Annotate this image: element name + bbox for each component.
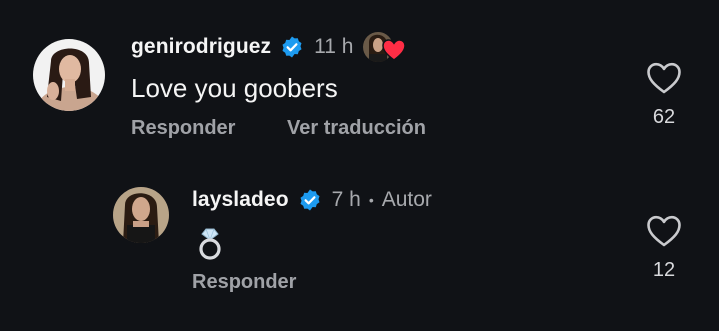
username[interactable]: laysladeo bbox=[192, 188, 289, 212]
verified-badge-icon bbox=[280, 35, 304, 59]
heart-outline-icon[interactable] bbox=[646, 62, 682, 94]
verified-badge-icon bbox=[298, 188, 322, 212]
avatar[interactable] bbox=[33, 39, 105, 111]
like-count: 12 bbox=[652, 259, 676, 281]
username[interactable]: genirodriguez bbox=[131, 35, 271, 59]
author-badge: Autor bbox=[381, 188, 432, 211]
avatar-photo bbox=[33, 39, 105, 111]
liked-by-author bbox=[362, 31, 408, 63]
comment-header: laysladeo 7 h • Autor bbox=[192, 183, 432, 217]
red-heart-icon bbox=[382, 39, 407, 61]
comment-header: genirodriguez 11 h bbox=[131, 30, 408, 64]
comment-text: Love you goobers bbox=[131, 73, 338, 103]
timestamp: 7 h bbox=[331, 188, 361, 211]
like-count: 62 bbox=[652, 106, 676, 128]
avatar-photo bbox=[113, 187, 169, 243]
heart-outline-icon[interactable] bbox=[646, 215, 682, 247]
reply-button[interactable]: Responder bbox=[192, 271, 296, 294]
timestamp: 11 h bbox=[314, 35, 354, 58]
translate-button[interactable]: Ver traducción bbox=[287, 117, 426, 140]
reply-button[interactable]: Responder bbox=[131, 117, 235, 140]
ring-emoji-icon bbox=[197, 227, 223, 261]
separator: • bbox=[368, 192, 374, 208]
avatar[interactable] bbox=[113, 187, 169, 243]
